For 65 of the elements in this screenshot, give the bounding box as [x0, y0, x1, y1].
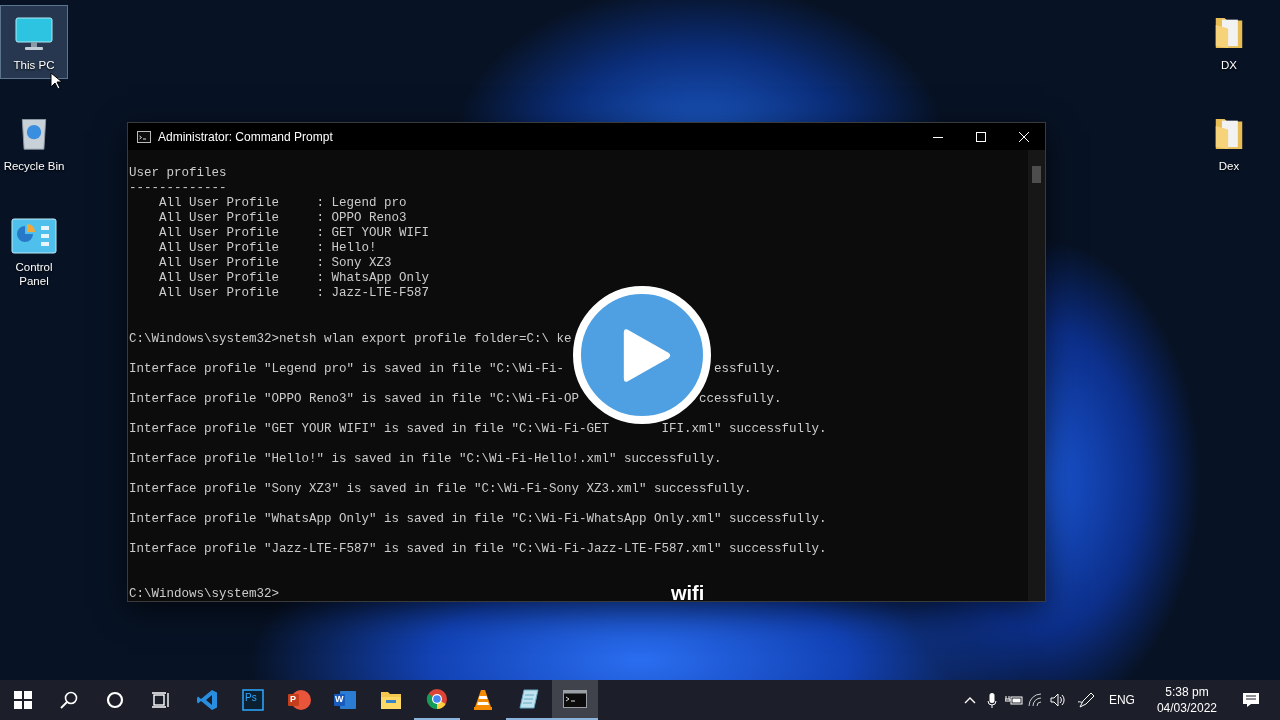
console-text: All User Profile : WhatsApp Only	[158, 271, 430, 286]
console-text: Interface profile "Jazz-LTE-F587" is saved in file "C:\Wi-Fi-Jazz-LTE-F587.xml" successfully.	[129, 542, 827, 557]
desktop-icon-label: Dex	[1218, 159, 1240, 173]
circle-icon	[106, 691, 124, 709]
clock-date: 04/03/2022	[1156, 700, 1217, 716]
taskbar-button[interactable]: P	[276, 680, 322, 720]
task-view-icon	[152, 691, 170, 709]
desktop-icon[interactable]: Control Panel	[0, 207, 68, 295]
browser-icon	[426, 688, 448, 710]
scrollbar[interactable]	[1028, 150, 1045, 601]
desktop-icon[interactable]: Dex	[1195, 106, 1263, 180]
desktop-icon[interactable]: DX	[1195, 5, 1263, 79]
desktop-icon[interactable]: This PC	[0, 5, 68, 79]
language-indicator[interactable]: ENG	[1108, 693, 1135, 707]
control-panel-icon	[11, 218, 57, 254]
windows-logo-icon	[14, 691, 32, 709]
slides-app-icon	[287, 689, 311, 711]
console-text: C:\Windows\system32>	[129, 587, 280, 602]
console-text: essfully.	[714, 362, 782, 377]
console-text: -------------	[129, 181, 227, 196]
app-icon-letter: Ps	[245, 693, 257, 703]
clock-time: 5:38 pm	[1165, 684, 1209, 700]
console-text: Interface profile "Sony XZ3" is saved in file "C:\Wi-Fi-Sony XZ3.xml" successfully.	[129, 482, 752, 497]
folder-icon	[380, 690, 402, 710]
console-text: All User Profile : Jazz-LTE-F587	[158, 286, 430, 301]
desktop-icon-label: This PC	[13, 58, 55, 72]
terminal-icon	[563, 690, 587, 708]
taskbar-button[interactable]: Ps	[230, 680, 276, 720]
desktop-icon[interactable]: Recycle Bin	[0, 106, 68, 180]
console-text: Interface profile "Hello!" is saved in file "C:\Wi-Fi-Hello!.xml" successfully.	[129, 452, 722, 467]
taskbar-button[interactable]: W	[322, 680, 368, 720]
taskbar-button[interactable]	[552, 680, 598, 720]
console-icon	[137, 130, 151, 143]
console-text: Interface profile "WhatsApp Only" is saved in file "C:\Wi-Fi-WhatsApp Only.xml" successfully.	[129, 512, 827, 527]
close-icon	[1018, 131, 1029, 142]
clock[interactable]: 5:38 pm 04/03/2022	[1152, 684, 1221, 716]
console-text: User profiles	[129, 166, 227, 181]
search-icon	[60, 691, 78, 709]
app-icon-letter: W	[335, 694, 344, 704]
maximize-icon	[975, 131, 986, 142]
console-text: C:\Windows\system32>netsh wlan export profile folder=C:\ ke	[129, 332, 572, 347]
desktop-icon-label: DX	[1221, 58, 1237, 72]
console-text: ccessfully.	[699, 392, 782, 407]
scrollbar-thumb[interactable]	[1032, 166, 1041, 183]
mouse-cursor-icon	[50, 72, 62, 90]
document-app-icon	[333, 689, 357, 711]
console-text: All User Profile : Sony XZ3	[158, 256, 392, 271]
console-text: Interface profile "Legend pro" is saved in file "C:\Wi-Fi-	[129, 362, 565, 377]
app-icon-letter: P	[290, 694, 296, 704]
console-text: Interface profile "GET YOUR WIFI" is saved in file "C:\Wi-Fi-GET	[129, 422, 610, 437]
console-text: All User Profile : GET YOUR WIFI	[158, 226, 430, 241]
console-text: All User Profile : Legend pro	[158, 196, 407, 211]
desktop-icon-label: Recycle Bin	[3, 159, 65, 173]
console-text: IFI.xml" successfully.	[661, 422, 827, 437]
ps-icon	[242, 689, 264, 711]
desktop-icon-label: Control Panel	[14, 260, 54, 288]
video-caption: wifi	[671, 582, 705, 604]
code-editor-icon	[196, 689, 218, 711]
traffic-cone-icon	[473, 689, 493, 711]
console-text: All User Profile : Hello!	[158, 241, 377, 256]
console-text: All User Profile : OPPO Reno3	[158, 211, 407, 226]
computer-icon	[14, 16, 54, 52]
notepad-icon	[518, 688, 540, 710]
window-title: Administrator: Command Prompt	[158, 129, 333, 144]
console-text: Interface profile "OPPO Reno3" is saved in file "C:\Wi-Fi-OP	[129, 392, 580, 407]
